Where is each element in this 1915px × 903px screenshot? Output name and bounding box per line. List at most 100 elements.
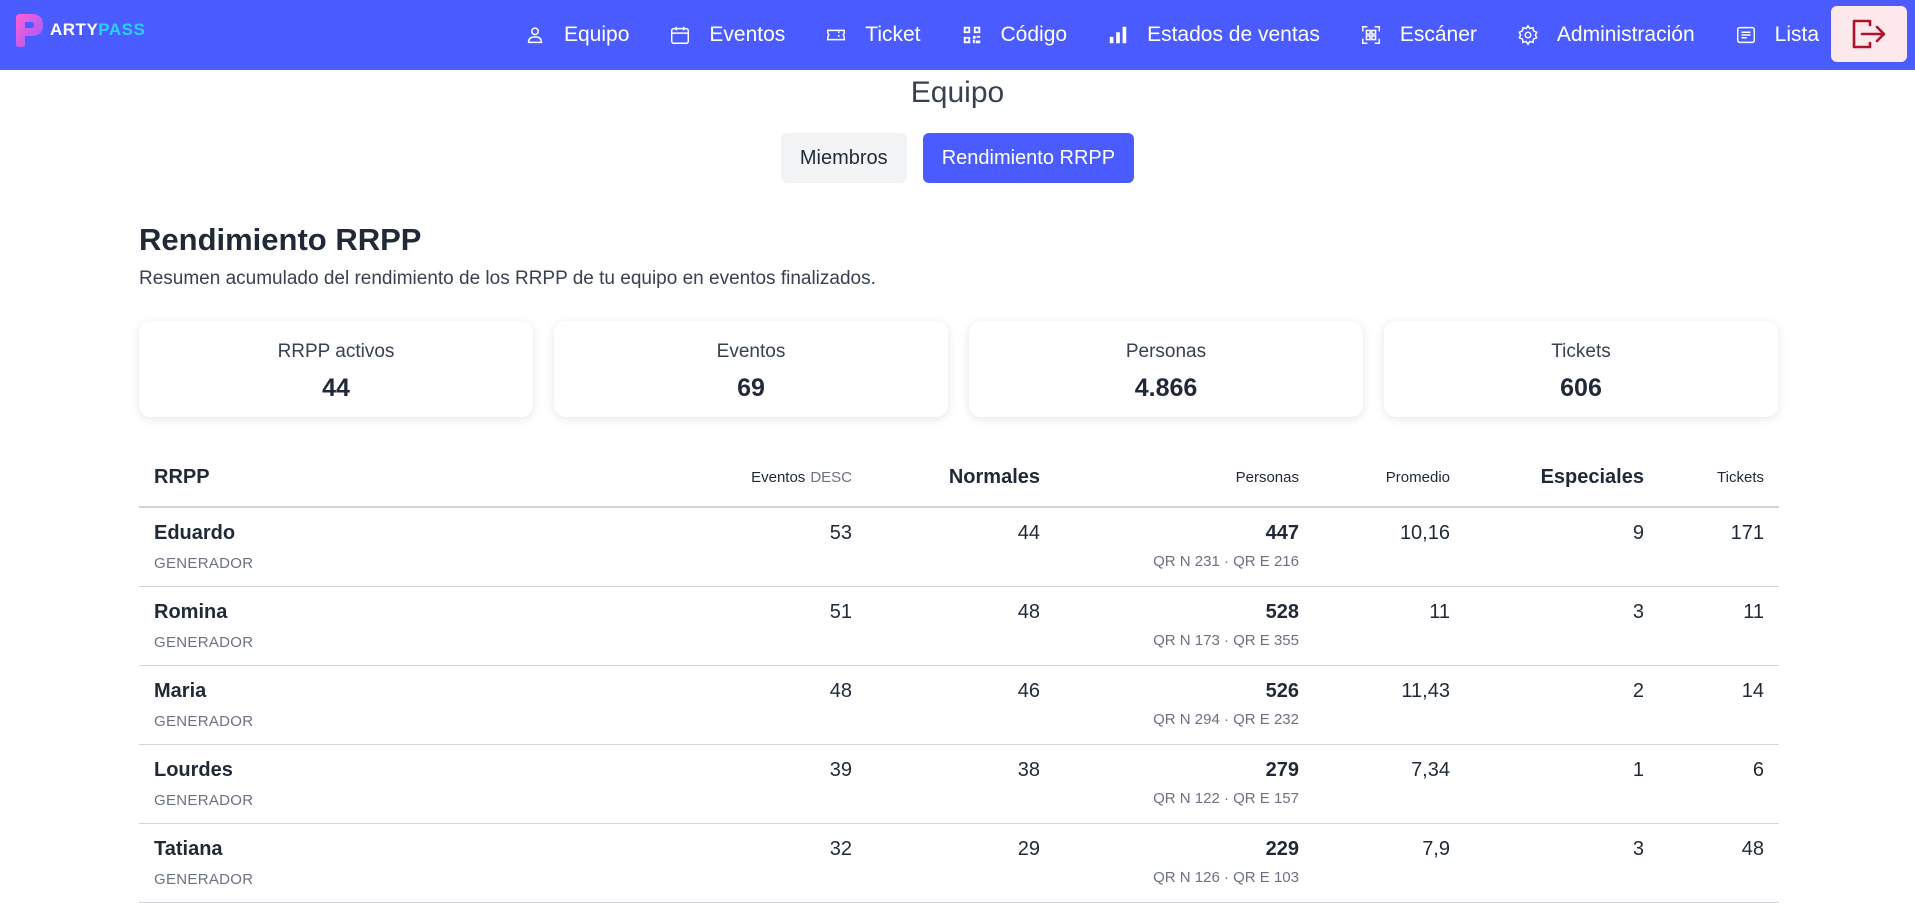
cell-normales: 46 [1017, 680, 1040, 702]
rrpp-name: Lourdes [154, 759, 233, 781]
nav-item-lista[interactable]: Lista [1713, 0, 1837, 70]
partypass-logo[interactable]: ARTYPASS [12, 12, 152, 48]
list-icon [1736, 26, 1755, 44]
stat-value: 69 [737, 374, 765, 402]
top-navbar: ARTYPASS Equipo Eventos Ticket Código Es… [0, 0, 1915, 70]
stat-value: 4.866 [1134, 374, 1198, 402]
rrpp-performance-table: RRPP Eventos DESC Normales Personas Prome… [139, 446, 1779, 903]
page-title: Equipo [910, 76, 1005, 109]
column-header-eventos[interactable]: Eventos DESC [751, 446, 852, 508]
table-row[interactable]: Lourdes GENERADOR 39 38 279 QR N 122 · Q… [139, 745, 1779, 824]
cell-eventos: 48 [829, 680, 852, 702]
cell-qr-breakdown: QR N 294 · QR E 232 [1153, 711, 1299, 728]
column-header-promedio[interactable]: Promedio [1386, 446, 1450, 508]
rrpp-role: GENERADOR [154, 871, 254, 888]
table-row[interactable]: Maria GENERADOR 48 46 526 QR N 294 · QR … [139, 666, 1779, 745]
stat-label: Tickets [1551, 341, 1611, 362]
qr-code-icon [963, 26, 980, 44]
cell-normales: 29 [1017, 838, 1040, 860]
ticket-icon [827, 29, 846, 41]
cell-especiales: 2 [1632, 680, 1644, 702]
cell-tickets: 11 [1743, 601, 1764, 623]
nav-item-administracion[interactable]: Administración [1495, 0, 1713, 70]
sort-indicator: DESC [810, 468, 852, 486]
rrpp-name: Maria [154, 680, 207, 702]
cell-especiales: 3 [1632, 601, 1644, 623]
cell-promedio: 7,9 [1422, 838, 1450, 860]
calendar-icon [671, 26, 690, 44]
logout-icon [1852, 19, 1886, 49]
stat-card-tickets: Tickets 606 [1384, 321, 1778, 417]
section-subtitle: Resumen acumulado del rendimiento de los… [139, 268, 876, 289]
column-header-rrpp[interactable]: RRPP [154, 446, 210, 508]
cell-normales: 44 [1017, 522, 1040, 544]
cell-normales: 38 [1017, 759, 1040, 781]
cell-eventos: 53 [829, 522, 852, 544]
logout-button[interactable] [1831, 6, 1907, 62]
rrpp-role: GENERADOR [154, 792, 254, 809]
main-nav: Equipo Eventos Ticket Código Estados de … [502, 0, 1837, 70]
stat-value: 44 [322, 374, 350, 402]
table-header: RRPP Eventos DESC Normales Personas Prome… [139, 446, 1779, 508]
bar-chart-icon [1109, 26, 1127, 44]
rrpp-role: GENERADOR [154, 634, 254, 651]
table-row[interactable]: Tatiana GENERADOR 32 29 229 QR N 126 · Q… [139, 824, 1779, 903]
scanner-icon [1361, 26, 1380, 44]
column-header-personas[interactable]: Personas [1236, 446, 1299, 508]
rrpp-name: Eduardo [154, 522, 236, 544]
cell-personas: 279 [1265, 759, 1299, 781]
nav-item-codigo[interactable]: Código [939, 0, 1086, 70]
stat-label: Personas [1125, 341, 1207, 362]
stat-label: Eventos [716, 341, 786, 362]
table-row[interactable]: Eduardo GENERADOR 53 44 447 QR N 231 · Q… [139, 508, 1779, 587]
gear-icon [1518, 24, 1538, 46]
cell-personas: 447 [1265, 522, 1299, 544]
cell-especiales: 9 [1632, 522, 1644, 544]
cell-personas: 526 [1265, 680, 1299, 702]
nav-item-ticket[interactable]: Ticket [803, 0, 938, 70]
column-header-normales[interactable]: Normales [949, 446, 1040, 508]
cell-eventos: 51 [829, 601, 852, 623]
cell-normales: 48 [1017, 601, 1040, 623]
cell-qr-breakdown: QR N 231 · QR E 216 [1153, 553, 1299, 570]
cell-tickets: 6 [1752, 759, 1764, 781]
user-icon [527, 27, 543, 44]
cell-personas: 229 [1265, 838, 1299, 860]
cell-tickets: 14 [1741, 680, 1764, 702]
stat-card-eventos: Eventos 69 [554, 321, 948, 417]
cell-tickets: 48 [1741, 838, 1764, 860]
stat-label: RRPP activos [277, 341, 395, 362]
stat-cards: RRPP activos 44 Eventos 69 Personas 4.86… [139, 321, 1779, 417]
cell-qr-breakdown: QR N 173 · QR E 355 [1153, 632, 1299, 649]
table-row[interactable]: Romina GENERADOR 51 48 528 QR N 173 · QR… [139, 587, 1779, 666]
nav-item-eventos[interactable]: Eventos [647, 0, 803, 70]
cell-tickets: 171 [1730, 522, 1764, 544]
section-title: Rendimiento RRPP [139, 222, 422, 257]
nav-item-equipo[interactable]: Equipo [502, 0, 647, 70]
cell-especiales: 1 [1632, 759, 1644, 781]
rrpp-name: Tatiana [154, 838, 223, 860]
logo-mark-icon [16, 14, 43, 47]
column-header-tickets[interactable]: Tickets [1717, 446, 1764, 508]
cell-promedio: 11,43 [1401, 680, 1450, 702]
nav-item-escaner[interactable]: Escáner [1338, 0, 1495, 70]
cell-eventos: 39 [829, 759, 852, 781]
column-header-especiales[interactable]: Especiales [1541, 446, 1644, 508]
cell-promedio: 7,34 [1411, 759, 1450, 781]
nav-item-estados-de-ventas[interactable]: Estados de ventas [1085, 0, 1338, 70]
stat-card-rrpp-activos: RRPP activos 44 [139, 321, 533, 417]
cell-especiales: 3 [1632, 838, 1644, 860]
cell-qr-breakdown: QR N 126 · QR E 103 [1153, 869, 1299, 886]
cell-qr-breakdown: QR N 122 · QR E 157 [1153, 790, 1299, 807]
tab-miembros[interactable]: Miembros [780, 133, 907, 183]
tab-bar: Miembros Rendimiento RRPP [0, 133, 1915, 183]
rrpp-role: GENERADOR [154, 555, 254, 572]
rrpp-role: GENERADOR [154, 713, 254, 730]
cell-promedio: 11 [1429, 601, 1450, 623]
logo-text: ARTYPASS [50, 20, 146, 39]
tab-rendimiento-rrpp[interactable]: Rendimiento RRPP [922, 133, 1135, 183]
cell-promedio: 10,16 [1399, 522, 1450, 544]
rrpp-name: Romina [154, 601, 228, 623]
stat-value: 606 [1560, 374, 1602, 402]
cell-personas: 528 [1265, 601, 1299, 623]
